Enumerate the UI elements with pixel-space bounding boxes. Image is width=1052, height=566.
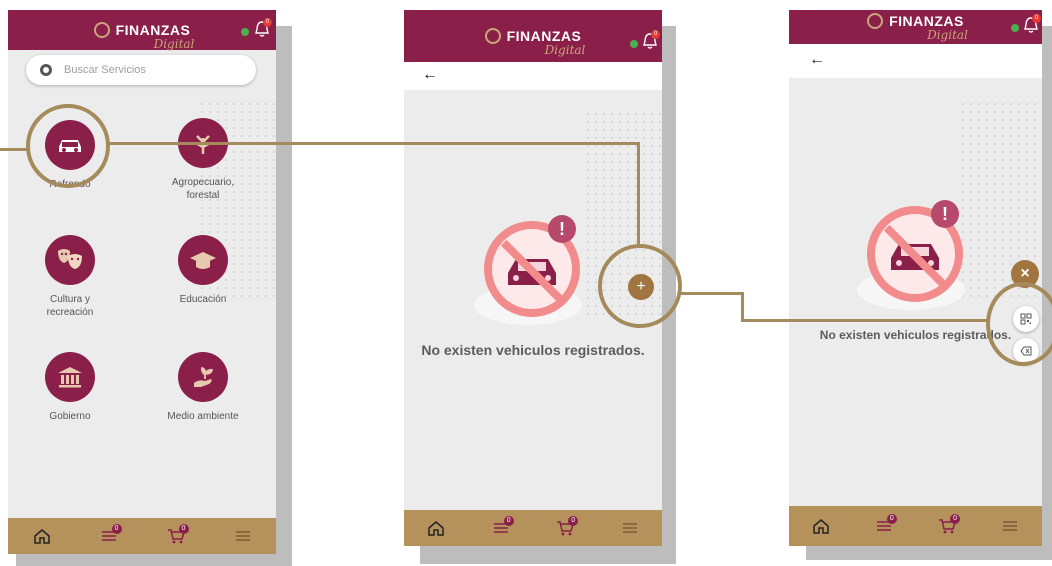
hand-plant-icon — [178, 352, 228, 402]
finanzas-digital-logo: FINANZAS Digital — [93, 22, 194, 51]
notification-badge: 0 — [1032, 14, 1041, 23]
connector-line — [106, 142, 640, 145]
notification-badge: 0 — [263, 18, 272, 27]
nav-badge: 0 — [111, 524, 122, 534]
nav-menu[interactable] — [995, 514, 1025, 538]
phone-services-screen: FINANZAS Digital 0 Buscar Servicios Refr… — [8, 10, 276, 554]
service-label: Medio ambiente — [167, 411, 239, 422]
finanzas-digital-logo: FINANZAS Digital — [484, 28, 585, 57]
service-educacion[interactable]: Educación — [148, 235, 258, 306]
brand-name: FINANZAS — [889, 13, 964, 29]
toolbar: ← — [789, 44, 1042, 78]
service-label: Educación — [179, 294, 227, 305]
menu-icon — [235, 531, 250, 541]
connector-line — [741, 292, 744, 322]
home-icon — [33, 529, 50, 544]
menu-icon — [1003, 521, 1018, 531]
service-label: Gobierno — [49, 411, 91, 422]
no-vehicle-illustration: ! — [853, 200, 973, 315]
bottom-navigation: 0 0 — [8, 518, 276, 554]
online-status-dot — [1011, 24, 1019, 32]
toolbar: ← — [404, 62, 662, 90]
nav-cart[interactable]: 0 — [932, 514, 962, 538]
brand-name: FINANZAS — [506, 28, 582, 44]
nav-badge: 0 — [503, 516, 514, 526]
nav-cart[interactable]: 0 — [161, 524, 191, 548]
nav-home[interactable] — [806, 514, 836, 538]
brand-name: FINANZAS — [115, 22, 191, 38]
no-vehicle-illustration: ! — [470, 215, 590, 330]
nav-list[interactable]: 0 — [94, 524, 124, 548]
nav-badge: 0 — [950, 514, 961, 524]
nav-menu[interactable] — [615, 516, 645, 540]
nav-home[interactable] — [421, 516, 451, 540]
service-medio-ambiente[interactable]: Medio ambiente — [148, 352, 258, 423]
notifications-button[interactable]: 0 — [642, 30, 660, 50]
app-header: FINANZAS Digital 0 — [8, 10, 276, 51]
service-cultura[interactable]: Cultura y recreación — [15, 235, 125, 319]
highlight-add-button — [598, 244, 682, 328]
online-status-dot — [241, 28, 249, 36]
home-icon — [812, 519, 829, 534]
service-gobierno[interactable]: Gobierno — [15, 352, 125, 423]
connector-line — [679, 292, 744, 295]
brand-script: Digital — [544, 43, 586, 57]
government-building-icon — [45, 352, 95, 402]
finanzas-digital-logo: FINANZAS Digital — [867, 13, 968, 42]
nav-badge: 0 — [568, 516, 579, 526]
service-label: Agropecuario, forestal — [171, 177, 235, 201]
search-placeholder: Buscar Servicios — [64, 64, 146, 76]
service-agropecuario[interactable]: Agropecuario, forestal — [148, 118, 258, 202]
bottom-navigation: 0 0 — [789, 506, 1042, 546]
nav-badge: 0 — [178, 524, 189, 534]
service-label: Cultura y recreación — [46, 294, 94, 318]
phone-fab-expanded-screen: FINANZAS Digital 0 ← ! No existen vehicu… — [789, 10, 1042, 546]
notifications-button[interactable]: 0 — [254, 18, 272, 38]
nav-list[interactable]: 0 — [486, 516, 516, 540]
home-icon — [428, 521, 444, 536]
brand-script: Digital — [153, 37, 195, 51]
menu-icon — [622, 523, 637, 533]
connector-line — [637, 142, 640, 248]
graduation-cap-icon — [178, 235, 228, 285]
search-icon — [40, 64, 52, 76]
nav-badge: 0 — [886, 514, 897, 524]
seal-icon — [867, 13, 884, 29]
highlight-fab-options — [986, 282, 1052, 366]
seal-icon — [93, 22, 110, 38]
bottom-navigation: 0 0 — [404, 510, 662, 546]
close-icon: × — [1020, 265, 1030, 282]
app-header: FINANZAS Digital 0 — [789, 10, 1042, 47]
highlight-refrendo — [26, 104, 110, 188]
alert-icon: ! — [931, 200, 959, 228]
alert-icon: ! — [548, 215, 576, 243]
back-arrow-icon[interactable]: ← — [809, 51, 825, 69]
connector-line — [741, 319, 989, 322]
theater-masks-icon — [45, 235, 95, 285]
nav-menu[interactable] — [228, 524, 258, 548]
seal-icon — [484, 28, 501, 44]
nav-list[interactable]: 0 — [869, 514, 899, 538]
app-header: FINANZAS Digital 0 — [404, 10, 662, 62]
notification-badge: 0 — [651, 30, 660, 39]
search-input[interactable]: Buscar Servicios — [26, 55, 256, 85]
nav-home[interactable] — [27, 524, 57, 548]
empty-state-message: No existen vehiculos registrados. — [421, 342, 645, 358]
brand-script: Digital — [927, 28, 968, 42]
online-status-dot — [630, 40, 638, 48]
nav-cart[interactable]: 0 — [550, 516, 580, 540]
notifications-button[interactable]: 0 — [1023, 14, 1041, 34]
back-arrow-icon[interactable]: ← — [422, 66, 438, 84]
